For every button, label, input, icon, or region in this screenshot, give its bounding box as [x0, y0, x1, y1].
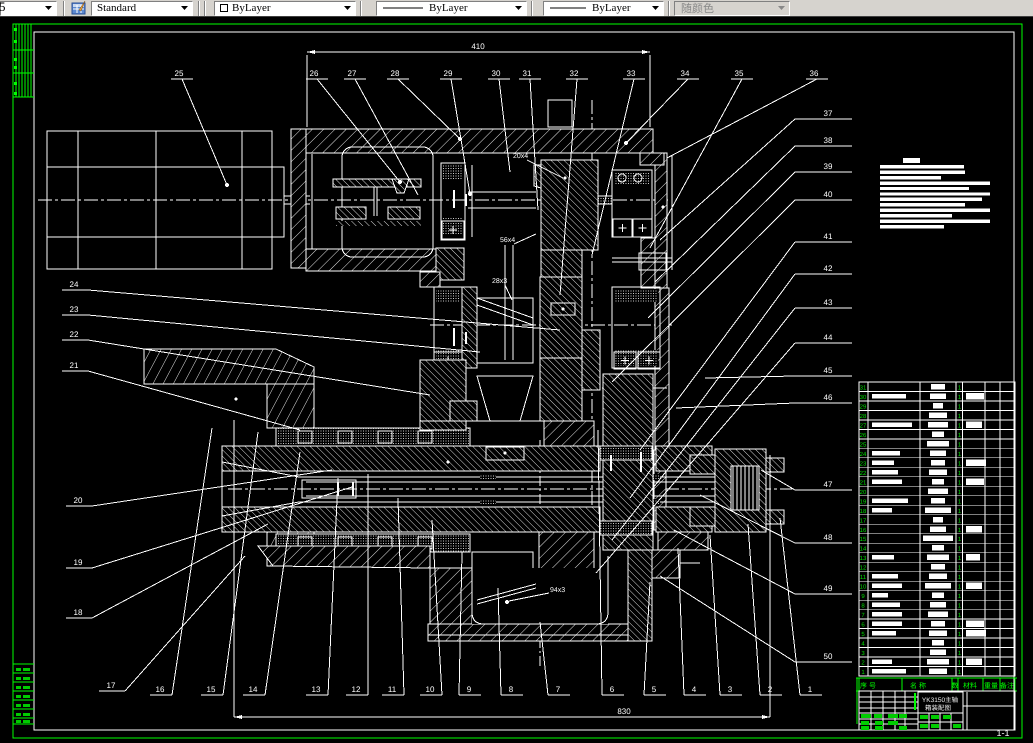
svg-text:25: 25	[860, 441, 867, 448]
svg-text:17: 17	[860, 517, 867, 524]
svg-text:50: 50	[824, 652, 833, 661]
svg-text:14: 14	[860, 546, 867, 553]
svg-text:44: 44	[824, 333, 833, 342]
svg-text:13: 13	[860, 555, 867, 562]
svg-text:20: 20	[860, 489, 867, 496]
svg-text:4: 4	[692, 685, 697, 694]
svg-text:49: 49	[824, 584, 833, 593]
svg-text:31: 31	[523, 69, 532, 78]
svg-text:27: 27	[348, 69, 357, 78]
svg-text:19: 19	[74, 558, 83, 567]
svg-text:材料: 材料	[963, 682, 977, 690]
svg-text:47: 47	[824, 480, 833, 489]
svg-text:1-1: 1-1	[996, 728, 1009, 738]
svg-text:10: 10	[426, 685, 435, 694]
svg-text:9: 9	[467, 685, 472, 694]
svg-text:备注: 备注	[1000, 682, 1014, 690]
svg-text:7: 7	[556, 685, 561, 694]
svg-text:11: 11	[860, 574, 867, 581]
svg-text:1: 1	[808, 685, 813, 694]
svg-text:37: 37	[824, 109, 833, 118]
svg-text:18: 18	[860, 508, 867, 515]
svg-text:6: 6	[610, 685, 615, 694]
svg-text:10: 10	[860, 584, 867, 591]
svg-text:14: 14	[249, 685, 258, 694]
svg-text:30: 30	[492, 69, 501, 78]
svg-text:18: 18	[74, 608, 83, 617]
svg-text:21: 21	[70, 361, 79, 370]
svg-text:数: 数	[952, 682, 959, 690]
svg-text:重量: 重量	[984, 682, 998, 690]
svg-text:45: 45	[824, 366, 833, 375]
svg-text:11: 11	[388, 685, 397, 694]
svg-text:2: 2	[768, 685, 773, 694]
svg-text:24: 24	[70, 280, 79, 289]
svg-text:39: 39	[824, 162, 833, 171]
svg-text:38: 38	[824, 136, 833, 145]
svg-text:32: 32	[570, 69, 579, 78]
svg-text:94x3: 94x3	[550, 587, 565, 594]
svg-text:22: 22	[70, 330, 79, 339]
svg-text:3: 3	[728, 685, 733, 694]
svg-text:序 号: 序 号	[860, 682, 876, 690]
svg-text:26: 26	[310, 69, 319, 78]
svg-text:33: 33	[627, 69, 636, 78]
svg-text:16: 16	[860, 527, 867, 534]
svg-text:8: 8	[509, 685, 514, 694]
svg-text:830: 830	[617, 707, 631, 716]
svg-text:24: 24	[860, 451, 867, 458]
svg-text:35: 35	[735, 69, 744, 78]
svg-text:30: 30	[860, 394, 867, 401]
svg-text:25: 25	[175, 69, 184, 78]
svg-text:16: 16	[156, 685, 165, 694]
svg-text:29: 29	[444, 69, 453, 78]
svg-text:23: 23	[70, 305, 79, 314]
svg-text:31: 31	[860, 385, 867, 392]
svg-text:28: 28	[391, 69, 400, 78]
svg-text:17: 17	[107, 681, 116, 690]
svg-text:13: 13	[312, 685, 321, 694]
svg-text:5: 5	[652, 685, 657, 694]
svg-text:YK3150主轴: YK3150主轴	[922, 696, 959, 704]
svg-text:28: 28	[860, 413, 867, 420]
svg-text:20x4: 20x4	[513, 153, 528, 160]
svg-text:22: 22	[860, 470, 867, 477]
svg-text:12: 12	[860, 565, 867, 572]
svg-text:34: 34	[681, 69, 690, 78]
svg-text:42: 42	[824, 264, 833, 273]
svg-text:12: 12	[352, 685, 361, 694]
svg-text:15: 15	[860, 536, 867, 543]
svg-text:40: 40	[824, 190, 833, 199]
svg-text:28x3: 28x3	[492, 278, 507, 285]
svg-text:29: 29	[860, 403, 867, 410]
svg-text:23: 23	[860, 460, 867, 467]
svg-text:19: 19	[860, 498, 867, 505]
svg-text:26: 26	[860, 432, 867, 439]
svg-text:48: 48	[824, 533, 833, 542]
svg-text:410: 410	[471, 42, 485, 51]
svg-text:名 称: 名 称	[910, 682, 926, 690]
svg-text:41: 41	[824, 232, 833, 241]
svg-text:27: 27	[860, 422, 867, 429]
svg-text:20: 20	[74, 496, 83, 505]
svg-text:21: 21	[860, 479, 867, 486]
svg-text:46: 46	[824, 393, 833, 402]
svg-text:43: 43	[824, 298, 833, 307]
svg-text:箱装配图: 箱装配图	[925, 704, 951, 712]
svg-text:15: 15	[207, 685, 216, 694]
svg-text:36: 36	[810, 69, 819, 78]
svg-text:56x4: 56x4	[500, 237, 515, 244]
